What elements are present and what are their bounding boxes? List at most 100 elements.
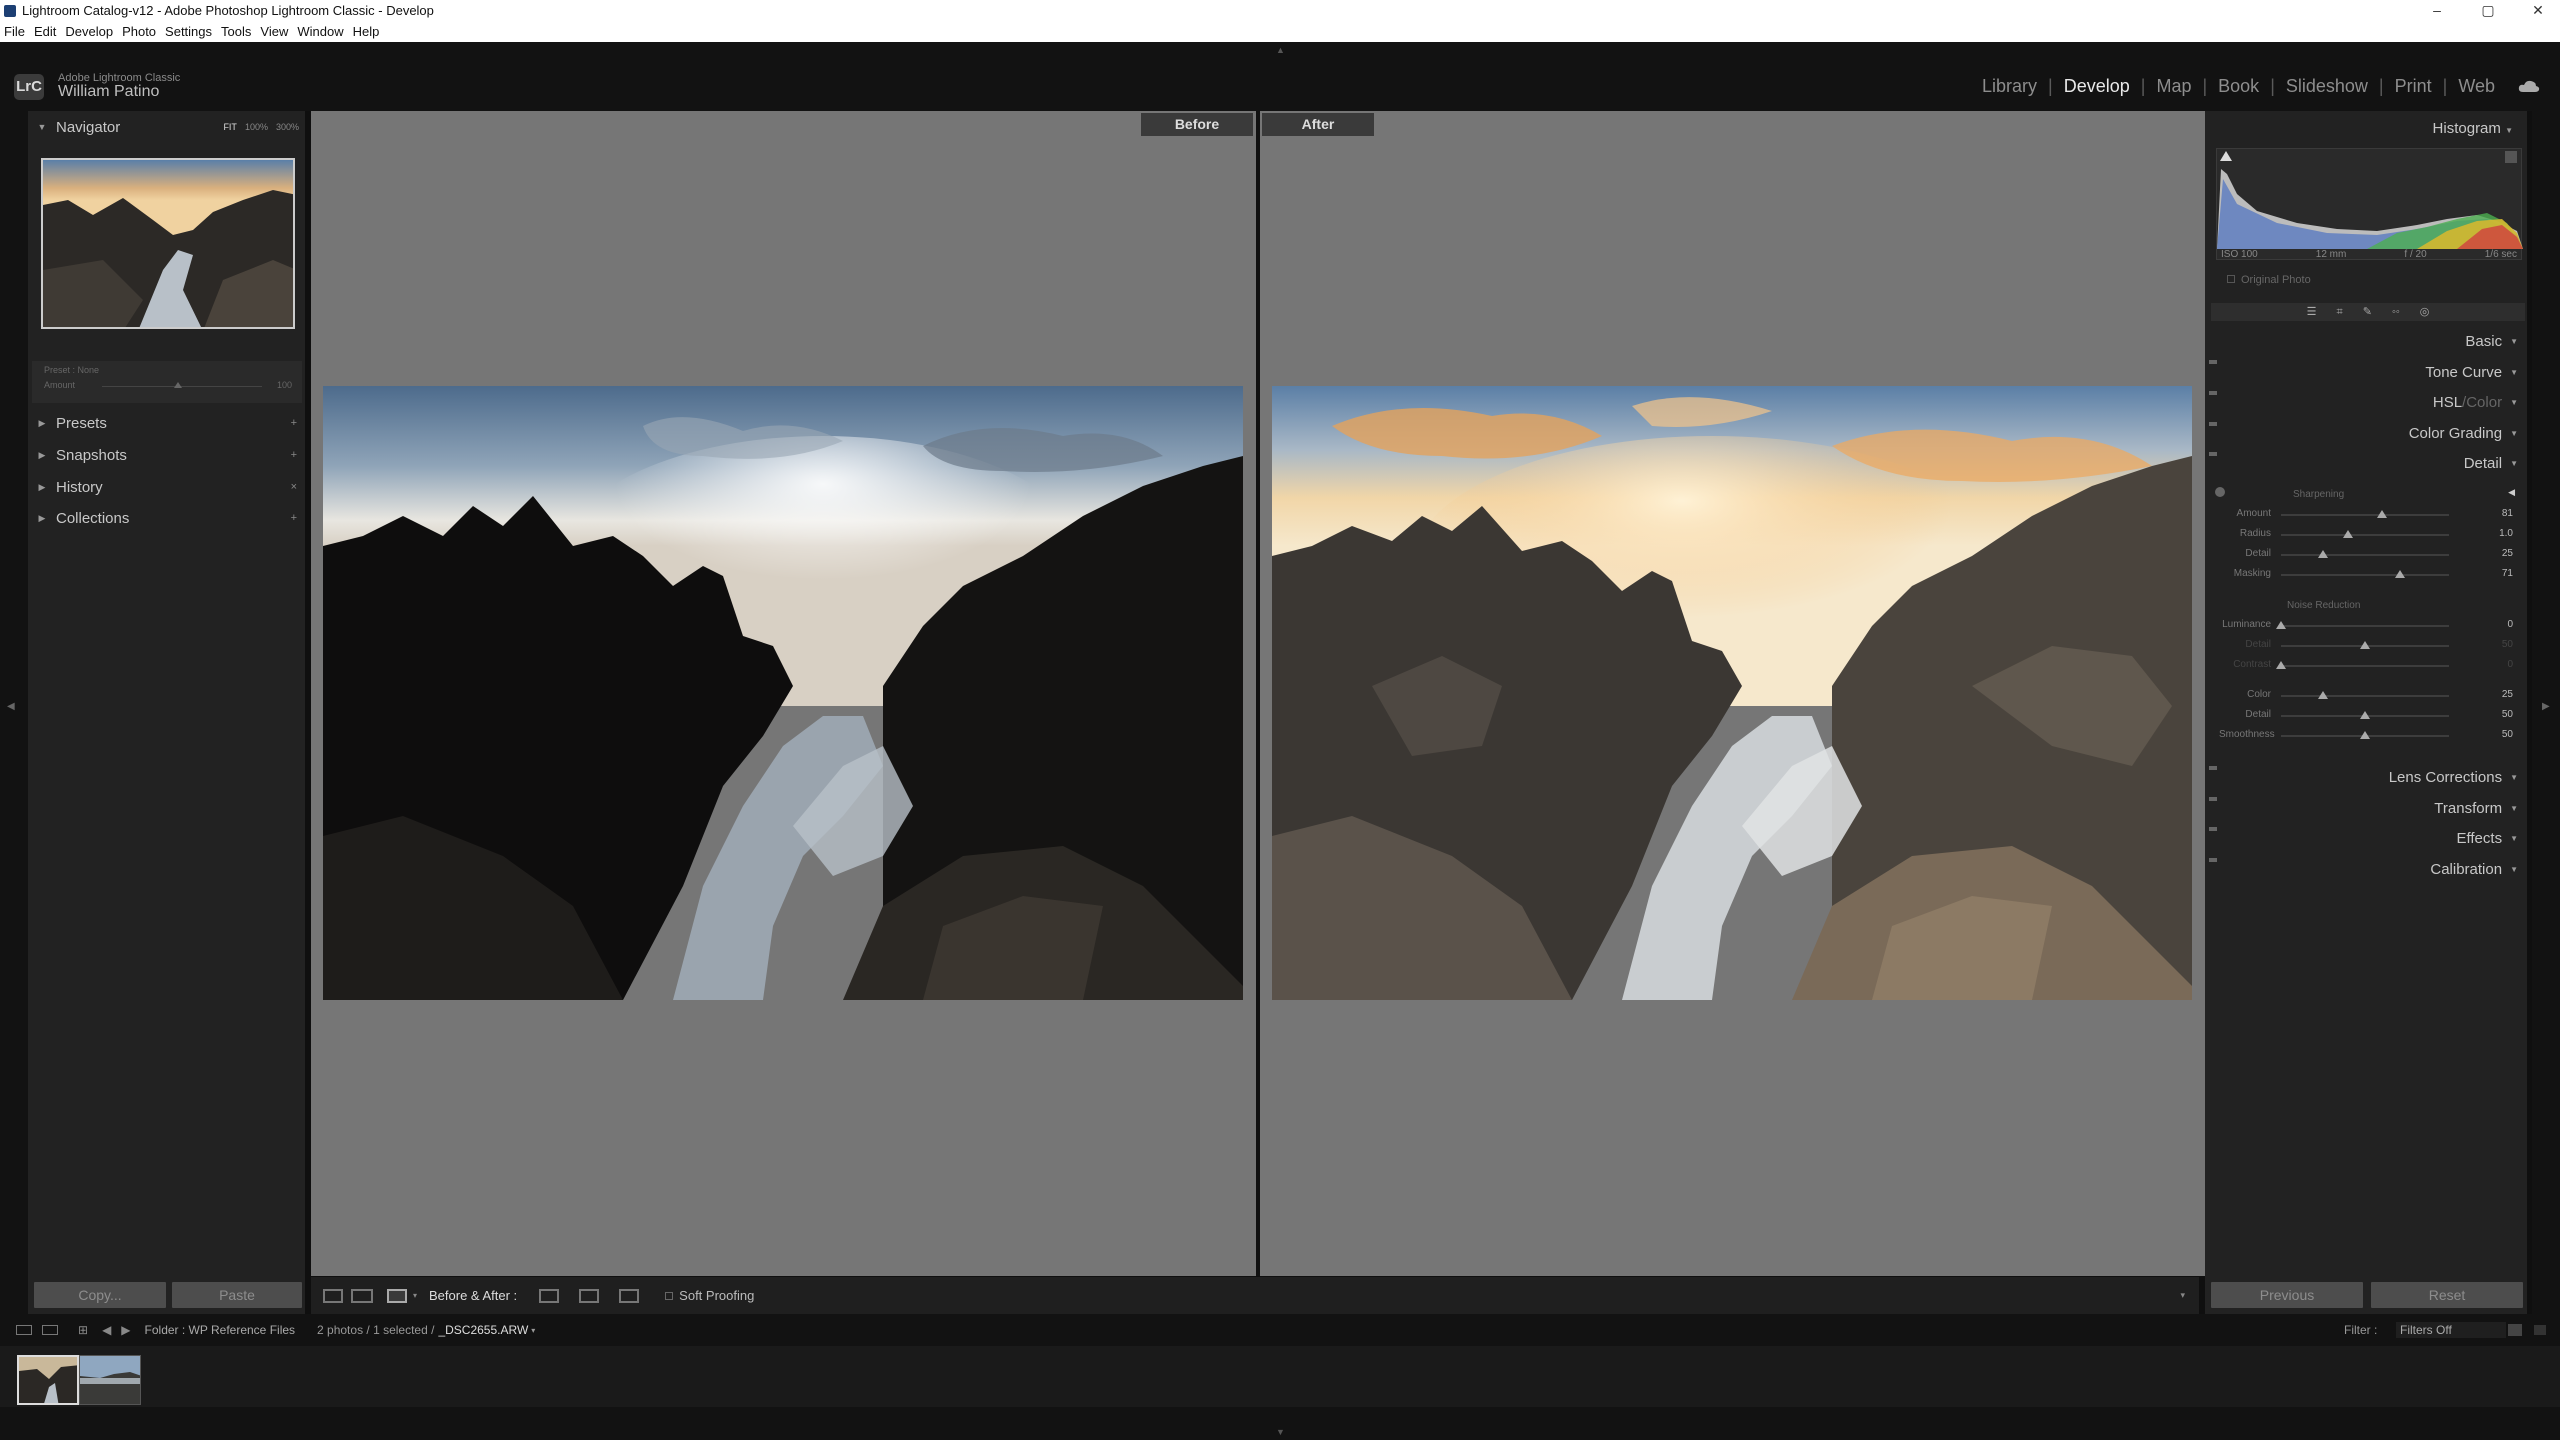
- toolbar-menu-icon[interactable]: ▾: [2180, 1290, 2185, 1301]
- after-photo[interactable]: [1272, 386, 2192, 1000]
- reset-button[interactable]: Reset: [2371, 1282, 2523, 1308]
- copy-after-to-before-icon[interactable]: [579, 1288, 600, 1303]
- healing-icon[interactable]: ✎: [2363, 303, 2372, 321]
- noise-color-slider-track[interactable]: [2281, 711, 2449, 719]
- collections-header[interactable]: ▶ Collections +: [28, 504, 305, 532]
- detail-zoom-icon[interactable]: [2215, 487, 2225, 497]
- color-grading-toggle[interactable]: [2209, 422, 2217, 426]
- navigator-header[interactable]: ▼ Navigator FIT 100% 300%: [28, 113, 305, 141]
- top-panel-toggle-icon[interactable]: ▲: [1276, 45, 1285, 55]
- detail-toggle[interactable]: [2209, 452, 2217, 456]
- sharpening-slider-value[interactable]: 25: [2473, 548, 2513, 559]
- navigator-preview[interactable]: [41, 158, 295, 329]
- section-effects[interactable]: Effects ▼: [2456, 830, 2518, 847]
- sharpening-slider-value[interactable]: 71: [2473, 568, 2513, 579]
- noise-color-slider-track[interactable]: [2281, 731, 2449, 739]
- module-web[interactable]: Web: [2447, 76, 2506, 97]
- folder-source[interactable]: Folder : WP Reference Files: [145, 1323, 296, 1337]
- noise-color-slider-knob[interactable]: [2360, 731, 2370, 739]
- maximize-button[interactable]: ▢: [2468, 0, 2508, 21]
- module-map[interactable]: Map: [2145, 76, 2202, 97]
- masking-icon[interactable]: ◎: [2420, 303, 2430, 321]
- close-button[interactable]: ✕: [2518, 0, 2558, 21]
- minimize-button[interactable]: –: [2417, 0, 2457, 21]
- noise-color-slider-value[interactable]: 50: [2473, 709, 2513, 720]
- sharpening-slider-track[interactable]: [2281, 570, 2449, 578]
- sharpening-slider-knob[interactable]: [2395, 570, 2406, 578]
- add-collection-icon[interactable]: +: [291, 512, 297, 524]
- noise-slider-knob[interactable]: [2360, 641, 2370, 649]
- sharpening-slider-knob[interactable]: [2343, 530, 2354, 538]
- sharpening-slider-knob[interactable]: [2318, 550, 2328, 558]
- sharpening-slider-value[interactable]: 81: [2473, 508, 2513, 519]
- zoom-fit[interactable]: FIT: [223, 122, 237, 132]
- filter-select[interactable]: Filters Off: [2396, 1322, 2506, 1338]
- original-photo-checkbox[interactable]: [2227, 275, 2235, 283]
- back-arrow-icon[interactable]: ◀: [102, 1323, 111, 1337]
- filmstrip-thumbnail[interactable]: [79, 1355, 141, 1405]
- noise-slider-track[interactable]: [2281, 641, 2449, 649]
- section-tone-curve[interactable]: Tone Curve ▼: [2425, 364, 2518, 381]
- original-photo-row[interactable]: Original Photo: [2227, 274, 2311, 286]
- add-preset-icon[interactable]: +: [291, 417, 297, 429]
- soft-proofing-checkbox[interactable]: [665, 1291, 674, 1300]
- swap-before-after-icon[interactable]: [619, 1288, 640, 1303]
- menu-photo[interactable]: Photo: [122, 24, 156, 39]
- menu-settings[interactable]: Settings: [165, 24, 212, 39]
- copy-button[interactable]: Copy...: [34, 1282, 166, 1308]
- preset-amount-track[interactable]: [102, 386, 262, 387]
- calibration-toggle[interactable]: [2209, 858, 2217, 862]
- section-detail[interactable]: Detail ▼: [2464, 455, 2518, 472]
- section-transform[interactable]: Transform ▼: [2434, 800, 2518, 817]
- section-lens-corrections[interactable]: Lens Corrections ▼: [2389, 769, 2518, 786]
- compare-view-icon[interactable]: [351, 1288, 373, 1303]
- section-calibration[interactable]: Calibration ▼: [2430, 861, 2518, 878]
- grid-view-icon[interactable]: ⊞: [78, 1323, 88, 1337]
- hsl-toggle[interactable]: [2209, 391, 2217, 395]
- zoom-100[interactable]: 100%: [245, 122, 268, 132]
- menu-view[interactable]: View: [260, 24, 288, 39]
- noise-color-slider-value[interactable]: 50: [2473, 729, 2513, 740]
- sharpening-slider-track[interactable]: [2281, 510, 2449, 518]
- menu-file[interactable]: File: [4, 24, 25, 39]
- main-window-icon[interactable]: [16, 1325, 32, 1335]
- sharpening-slider-track[interactable]: [2281, 530, 2449, 538]
- snapshots-header[interactable]: ▶ Snapshots +: [28, 441, 305, 469]
- add-snapshot-icon[interactable]: +: [291, 449, 297, 461]
- presets-header[interactable]: ▶ Presets +: [28, 409, 305, 437]
- right-panel-toggle-icon[interactable]: ▶: [2542, 701, 2550, 712]
- filmstrip-options-icon[interactable]: [2534, 1325, 2546, 1335]
- copy-before-to-after-icon[interactable]: [539, 1288, 560, 1303]
- menu-window[interactable]: Window: [297, 24, 343, 39]
- module-develop[interactable]: Develop: [2053, 76, 2141, 97]
- loupe-view-icon[interactable]: [323, 1288, 343, 1303]
- previous-button[interactable]: Previous: [2211, 1282, 2363, 1308]
- noise-color-slider-value[interactable]: 25: [2473, 689, 2513, 700]
- right-panel-edge[interactable]: ▶: [2532, 111, 2560, 1314]
- noise-slider-knob[interactable]: [2276, 621, 2286, 629]
- red-eye-icon[interactable]: ◦◦: [2392, 303, 2400, 321]
- sharpening-slider-knob[interactable]: [2376, 510, 2387, 518]
- before-after-view-icon[interactable]: [387, 1288, 407, 1303]
- shadow-clipping-icon[interactable]: [2220, 151, 2232, 161]
- bottom-panel-edge[interactable]: ▼: [0, 1407, 2560, 1440]
- cloud-sync-icon[interactable]: [2517, 78, 2541, 94]
- filmstrip-thumbnail-selected[interactable]: [17, 1355, 79, 1405]
- second-window-icon[interactable]: [42, 1325, 58, 1335]
- noise-slider-value[interactable]: 0: [2473, 619, 2513, 630]
- menu-tools[interactable]: Tools: [221, 24, 251, 39]
- section-color-grading[interactable]: Color Grading ▼: [2409, 425, 2518, 442]
- filter-lock-icon[interactable]: [2508, 1324, 2522, 1336]
- menu-edit[interactable]: Edit: [34, 24, 56, 39]
- view-dropdown-icon[interactable]: ▾: [413, 1291, 417, 1300]
- histogram-header[interactable]: Histogram ▼: [2433, 120, 2513, 137]
- history-header[interactable]: ▶ History ×: [28, 473, 305, 501]
- before-after-mode-label[interactable]: Before & After :: [429, 1288, 517, 1303]
- lens-corrections-toggle[interactable]: [2209, 766, 2217, 770]
- section-basic[interactable]: Basic ▼: [2465, 333, 2518, 350]
- module-print[interactable]: Print: [2384, 76, 2443, 97]
- noise-slider-knob[interactable]: [2276, 661, 2286, 669]
- module-library[interactable]: Library: [1971, 76, 2048, 97]
- noise-slider-track[interactable]: [2276, 621, 2449, 629]
- filename-dropdown-icon[interactable]: ▾: [531, 1326, 535, 1335]
